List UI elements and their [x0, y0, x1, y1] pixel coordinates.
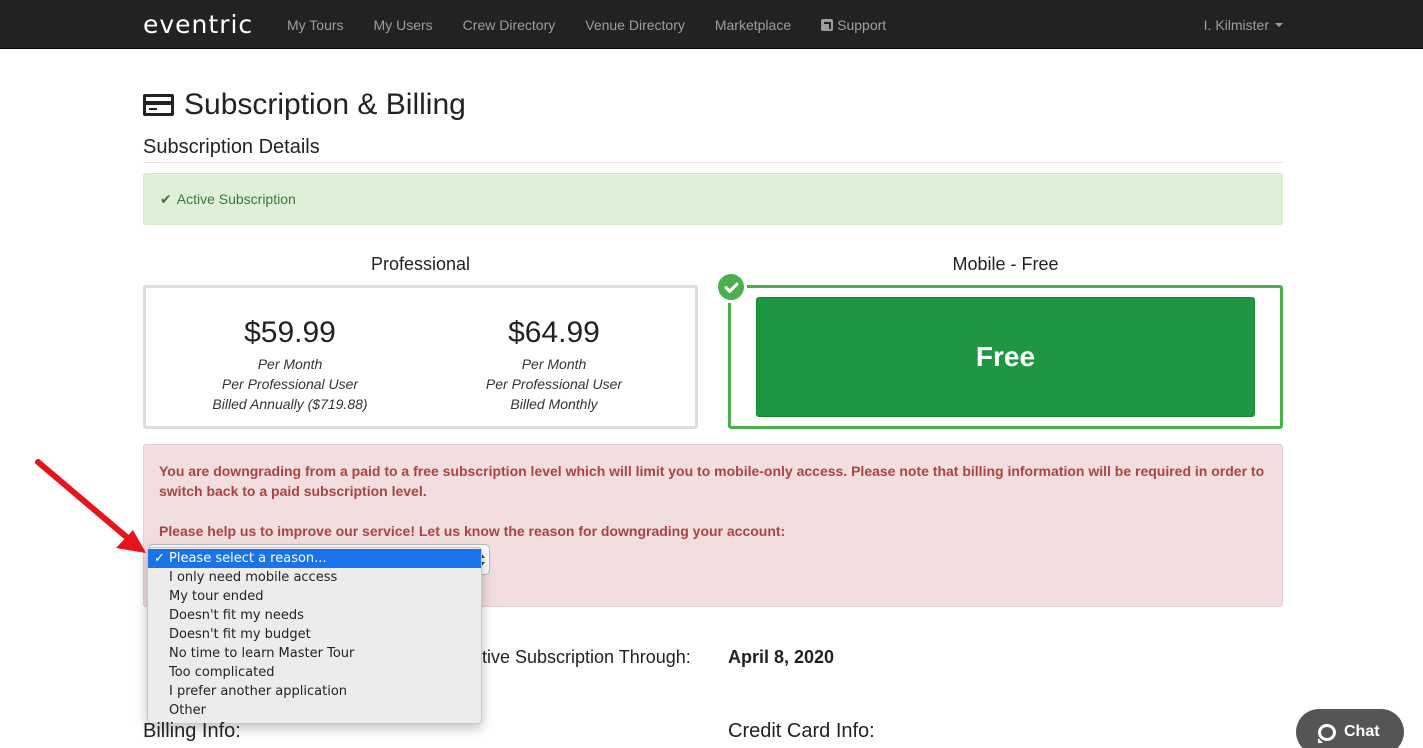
nav-crew-directory[interactable]: Crew Directory [448, 0, 571, 49]
monthly-line-1: Per Month [521, 356, 587, 372]
credit-card-icon [143, 94, 174, 116]
nav-my-users[interactable]: My Users [359, 0, 448, 49]
monthly-price-option[interactable]: $64.99 Per Month Per Professional User B… [434, 316, 674, 414]
subscription-through-label: tive Subscription Through: [482, 647, 691, 667]
reason-option[interactable]: Doesn't fit my needs [148, 606, 481, 625]
monthly-line-2: Per Professional User [485, 376, 623, 392]
brand-logo[interactable]: eventric [143, 9, 253, 39]
top-navbar: eventric My Tours My Users Crew Director… [0, 0, 1423, 49]
reason-dropdown-list: ✓ Please select a reason... I only need m… [147, 547, 482, 724]
chat-bubble-icon [1318, 723, 1336, 743]
monthly-price: $64.99 [508, 316, 600, 349]
mobile-free-plan-card: Free [728, 285, 1283, 429]
chat-button[interactable]: Chat [1296, 709, 1404, 748]
free-plan-button[interactable]: Free [756, 297, 1255, 417]
selected-check-icon [715, 271, 747, 303]
downgrade-message: You are downgrading from a paid to a fre… [159, 463, 1265, 499]
checkmark-icon: ✓ [154, 551, 165, 566]
subscription-details-heading: Subscription Details [143, 136, 1283, 163]
reason-option[interactable]: Other [148, 701, 481, 720]
downgrade-reason-prompt: Please help us to improve our service! L… [159, 523, 786, 539]
nav-marketplace[interactable]: Marketplace [700, 0, 806, 49]
page-title-text: Subscription & Billing [184, 88, 466, 121]
user-menu[interactable]: I. Kilmister [1204, 0, 1283, 49]
reason-option[interactable]: Doesn't fit my budget [148, 625, 481, 644]
external-link-icon [821, 18, 834, 31]
check-icon: ✔ [160, 190, 172, 207]
reason-option[interactable]: I only need mobile access [148, 568, 481, 587]
annual-price: $59.99 [244, 316, 336, 349]
annual-line-1: Per Month [257, 356, 323, 372]
billing-info-heading: Billing Info: [143, 720, 241, 742]
annual-line-2: Per Professional User [221, 376, 359, 392]
subscription-through-date: April 8, 2020 [728, 647, 835, 667]
reason-option[interactable]: My tour ended [148, 587, 481, 606]
nav-support-label: Support [837, 16, 887, 33]
user-name: I. Kilmister [1203, 16, 1269, 33]
nav-links: My Tours My Users Crew Directory Venue D… [272, 0, 901, 49]
red-arrow-annotation [35, 459, 146, 553]
monthly-line-3: Billed Monthly [510, 396, 598, 412]
nav-support[interactable]: Support [806, 0, 901, 49]
active-subscription-text: Active Subscription [176, 191, 296, 207]
professional-plan-card[interactable]: $59.99 Per Month Per Professional User B… [143, 285, 698, 429]
professional-plan-label: Professional [370, 254, 471, 274]
reason-option[interactable]: No time to learn Master Tour [148, 644, 481, 663]
annual-price-option[interactable]: $59.99 Per Month Per Professional User B… [170, 316, 410, 414]
active-subscription-alert: ✔ Active Subscription [143, 173, 1283, 225]
caret-down-icon [1275, 22, 1283, 27]
reason-option[interactable]: ✓ Please select a reason... [148, 549, 481, 568]
mobile-plan-label: Mobile - Free [952, 254, 1059, 274]
reason-option[interactable]: I prefer another application [148, 682, 481, 701]
page-title: Subscription & Billing [143, 88, 466, 122]
reason-option-label: Please select a reason... [169, 551, 327, 566]
chat-label: Chat [1344, 723, 1380, 740]
nav-venue-directory[interactable]: Venue Directory [570, 0, 700, 49]
nav-my-tours[interactable]: My Tours [272, 0, 359, 49]
annual-line-3: Billed Annually ($719.88) [212, 396, 368, 412]
credit-card-info-heading: Credit Card Info: [728, 720, 875, 742]
reason-option[interactable]: Too complicated [148, 663, 481, 682]
